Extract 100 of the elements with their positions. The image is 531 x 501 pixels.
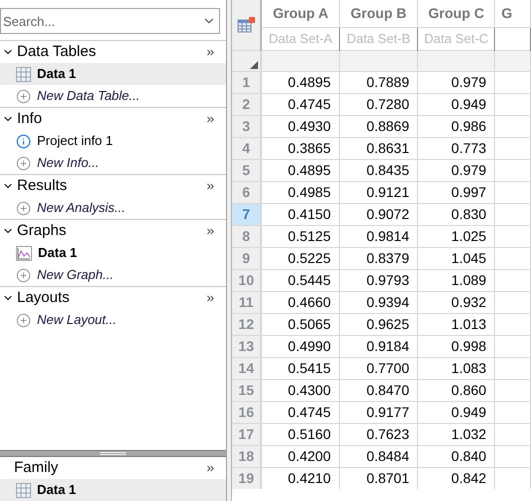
table-cell: 0.8701 [339, 467, 418, 489]
table-cell: 0.842 [418, 467, 495, 489]
table-cell: 0.8435 [339, 159, 418, 181]
table-cell: 0.830 [418, 203, 495, 225]
table-cell: 0.949 [418, 401, 495, 423]
expand-icon[interactable] [205, 292, 216, 304]
table-cell: 0.7280 [339, 93, 418, 115]
table-cell: 1.013 [418, 313, 495, 335]
navigator-item[interactable]: Data 1 [0, 479, 226, 501]
table-cell: 0.5160 [261, 423, 340, 445]
navigator-item[interactable]: Data 1 [0, 63, 226, 85]
table-cell: 0.7889 [339, 71, 418, 93]
section-header[interactable]: Layouts [0, 287, 226, 309]
table-cell: 0.9072 [339, 203, 418, 225]
row-header[interactable]: 2 [232, 93, 262, 115]
row-header[interactable]: 5 [232, 159, 262, 181]
table-cell: 0.4150 [261, 203, 340, 225]
expand-icon[interactable] [205, 46, 216, 58]
table-cell: 0.5065 [261, 313, 340, 335]
info-icon [16, 134, 31, 148]
row-header[interactable]: 19 [232, 467, 262, 489]
column-header[interactable]: G [494, 0, 530, 27]
add-icon [16, 268, 31, 282]
splitter[interactable] [0, 450, 226, 457]
table-cell: 0.4210 [261, 467, 340, 489]
table-settings-icon[interactable] [237, 16, 256, 33]
expand-icon[interactable] [205, 462, 216, 474]
table-cell: 0.4660 [261, 291, 340, 313]
row-header[interactable]: 7 [232, 203, 262, 225]
row-header[interactable]: 16 [232, 401, 262, 423]
table-cell: 0.5125 [261, 225, 340, 247]
row-header[interactable]: 11 [232, 291, 262, 313]
navigator-item[interactable]: Project info 1 [0, 130, 226, 152]
row-header[interactable]: 10 [232, 269, 262, 291]
section-header[interactable]: Graphs [0, 220, 226, 242]
row-header[interactable]: 4 [232, 137, 262, 159]
table-cell: 0.9394 [339, 291, 418, 313]
table-cell: 0.979 [418, 159, 495, 181]
table-cell: 1.025 [418, 225, 495, 247]
expand-icon[interactable] [205, 226, 216, 236]
section-header[interactable]: Data Tables [0, 41, 226, 63]
table-cell: 1.089 [418, 269, 495, 291]
table-cell: 0.979 [418, 71, 495, 93]
table-cell: 0.8379 [339, 247, 418, 269]
expand-icon[interactable] [205, 114, 216, 124]
table-cell: 0.5445 [261, 269, 340, 291]
navigator-item[interactable]: New Layout... [0, 309, 226, 331]
row-header[interactable]: 15 [232, 379, 262, 401]
table-cell: 0.9184 [339, 335, 418, 357]
table-cell: 0.7623 [339, 423, 418, 445]
table-cell: 0.4300 [261, 379, 340, 401]
table-cell: 0.9121 [339, 181, 418, 203]
add-icon [16, 200, 31, 216]
section-header[interactable]: Results [0, 175, 226, 197]
navigator-item[interactable]: New Graph... [0, 264, 226, 286]
table-cell: 0.9177 [339, 401, 418, 423]
row-header[interactable]: 9 [232, 247, 262, 269]
table-cell: 0.5225 [261, 247, 340, 269]
table-cell: 0.773 [418, 137, 495, 159]
section-header[interactable]: Info [0, 108, 226, 130]
table-cell: 1.032 [418, 423, 495, 445]
corner-triangle-icon [250, 60, 258, 68]
row-header[interactable]: 1 [232, 71, 262, 93]
table-cell: 0.4895 [261, 71, 340, 93]
row-header[interactable]: 17 [232, 423, 262, 445]
navigator-item[interactable]: New Info... [0, 152, 226, 174]
table-cell: 0.997 [418, 181, 495, 203]
row-header[interactable]: 6 [232, 181, 262, 203]
table-cell: 0.8484 [339, 445, 418, 467]
table-cell: 0.9814 [339, 225, 418, 247]
expand-icon[interactable] [205, 180, 216, 192]
table-cell: 0.4745 [261, 401, 340, 423]
table-cell: 1.045 [418, 247, 495, 269]
table-icon [16, 66, 31, 82]
navigator-item[interactable]: New Data Table... [0, 85, 226, 107]
search-field[interactable]: Search... [0, 8, 220, 34]
row-header[interactable]: 18 [232, 445, 262, 467]
row-header[interactable]: 14 [232, 357, 262, 379]
add-icon [16, 312, 31, 328]
add-icon [16, 88, 31, 104]
table-cell: 0.4985 [261, 181, 340, 203]
table-cell: 0.4200 [261, 445, 340, 467]
table-cell: 0.949 [418, 93, 495, 115]
row-header[interactable]: 12 [232, 313, 262, 335]
table-cell: 0.3865 [261, 137, 340, 159]
row-header[interactable]: 3 [232, 115, 262, 137]
table-cell: 0.4990 [261, 335, 340, 357]
column-header[interactable]: Group B [339, 0, 418, 27]
table-cell: 0.5415 [261, 357, 340, 379]
row-header[interactable]: 13 [232, 335, 262, 357]
table-cell: 0.4930 [261, 115, 340, 137]
table-cell: 0.7700 [339, 357, 418, 379]
family-title: Family [14, 458, 60, 478]
row-header[interactable]: 8 [232, 225, 262, 247]
column-header[interactable]: Group A [261, 0, 340, 27]
navigator-item[interactable]: Data 1 [0, 242, 226, 264]
table-cell: 0.9793 [339, 269, 418, 291]
table-cell: 0.8631 [339, 137, 418, 159]
column-header[interactable]: Group C [418, 0, 495, 27]
navigator-item[interactable]: New Analysis... [0, 197, 226, 219]
